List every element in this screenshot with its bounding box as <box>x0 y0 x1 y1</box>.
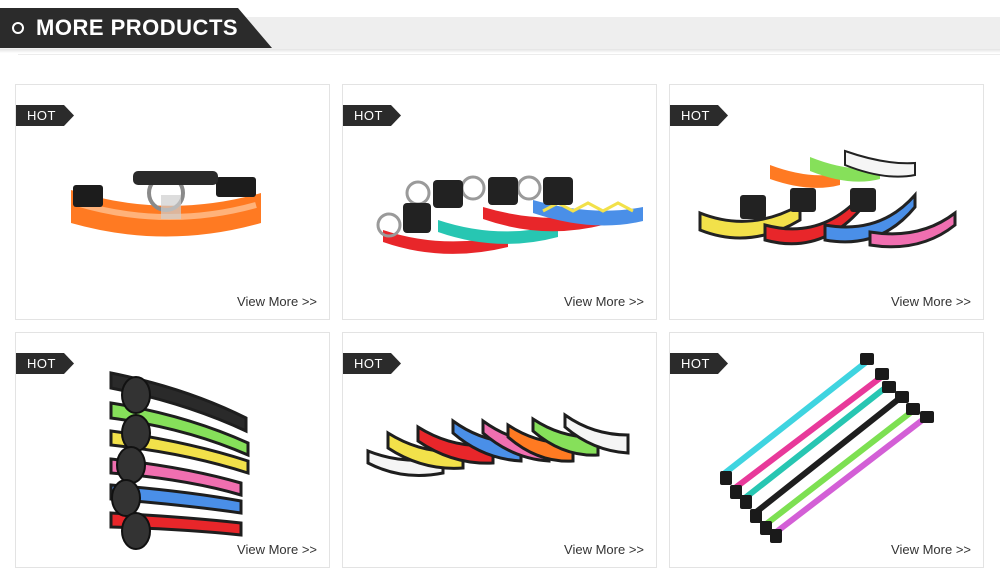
hot-badge: HOT <box>16 105 74 126</box>
view-more-link[interactable]: View More >> <box>564 542 644 557</box>
product-card-4[interactable]: HOT View More >> <box>15 332 330 568</box>
header-divider <box>18 54 1000 55</box>
product-card-6[interactable]: HOT View More >> <box>669 332 984 568</box>
product-card-2[interactable]: HOT View More >> <box>342 84 657 320</box>
section-header: MORE PRODUCTS <box>0 8 272 48</box>
circle-icon <box>12 22 24 34</box>
view-more-link[interactable]: View More >> <box>891 294 971 309</box>
view-more-link[interactable]: View More >> <box>237 542 317 557</box>
hot-badge: HOT <box>670 353 728 374</box>
hot-badge: HOT <box>16 353 74 374</box>
view-more-link[interactable]: View More >> <box>237 294 317 309</box>
hot-badge: HOT <box>670 105 728 126</box>
product-card-1[interactable]: HOT View More >> <box>15 84 330 320</box>
section-title: MORE PRODUCTS <box>36 15 239 40</box>
hot-badge: HOT <box>343 105 401 126</box>
product-card-5[interactable]: HOT View More >> <box>342 332 657 568</box>
view-more-link[interactable]: View More >> <box>891 542 971 557</box>
view-more-link[interactable]: View More >> <box>564 294 644 309</box>
product-card-3[interactable]: HOT View More >> <box>669 84 984 320</box>
header-shadow <box>0 49 1000 53</box>
hot-badge: HOT <box>343 353 401 374</box>
